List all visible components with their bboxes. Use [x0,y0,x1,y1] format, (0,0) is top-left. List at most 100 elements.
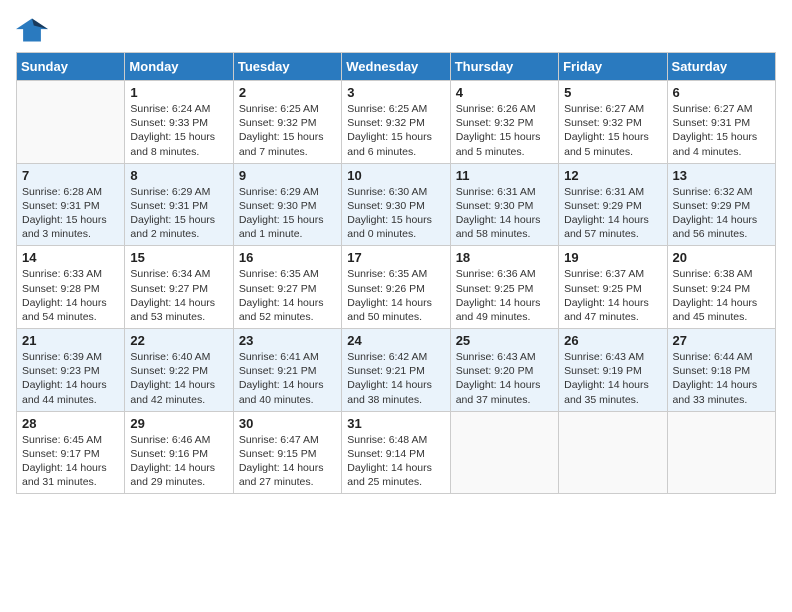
calendar-day-cell: 5 Sunrise: 6:27 AMSunset: 9:32 PMDaylight… [559,81,667,164]
day-info: Sunrise: 6:30 AMSunset: 9:30 PMDaylight:… [347,185,444,242]
calendar-header-row: SundayMondayTuesdayWednesdayThursdayFrid… [17,53,776,81]
calendar-day-cell: 19Sunrise: 6:37 AMSunset: 9:25 PMDayligh… [559,246,667,329]
calendar-day-cell: 31 Sunrise: 6:48 AMSunset: 9:14 PMDayligh… [342,411,450,494]
day-info: Sunrise: 6:25 AMSunset: 9:32 PMDaylight:… [239,102,336,159]
day-number: 20 [673,250,770,265]
calendar-week-row: 21 Sunrise: 6:39 AMSunset: 9:23 PMDayligh… [17,329,776,412]
day-info: Sunrise: 6:39 AMSunset: 9:23 PMDaylight:… [22,350,119,407]
day-info: Sunrise: 6:38 AMSunset: 9:24 PMDaylight:… [673,267,770,324]
day-number: 24 [347,333,444,348]
day-number: 6 [673,85,770,100]
calendar-day-cell: 12 Sunrise: 6:31 AMSunset: 9:29 PMDayligh… [559,163,667,246]
calendar-day-cell: 7 Sunrise: 6:28 AMSunset: 9:31 PMDaylight… [17,163,125,246]
calendar-day-cell [667,411,775,494]
calendar-day-cell: 29 Sunrise: 6:46 AMSunset: 9:16 PMDayligh… [125,411,233,494]
day-number: 17 [347,250,444,265]
day-number: 30 [239,416,336,431]
weekday-header: Tuesday [233,53,341,81]
day-info: Sunrise: 6:34 AMSunset: 9:27 PMDaylight:… [130,267,227,324]
day-number: 12 [564,168,661,183]
day-info: Sunrise: 6:43 AMSunset: 9:20 PMDaylight:… [456,350,553,407]
calendar-day-cell: 28Sunrise: 6:45 AMSunset: 9:17 PMDayligh… [17,411,125,494]
calendar-day-cell: 4 Sunrise: 6:26 AMSunset: 9:32 PMDaylight… [450,81,558,164]
calendar-day-cell: 10 Sunrise: 6:30 AMSunset: 9:30 PMDayligh… [342,163,450,246]
day-number: 14 [22,250,119,265]
day-info: Sunrise: 6:31 AMSunset: 9:30 PMDaylight:… [456,185,553,242]
day-number: 15 [130,250,227,265]
day-number: 10 [347,168,444,183]
calendar-day-cell: 16 Sunrise: 6:35 AMSunset: 9:27 PMDayligh… [233,246,341,329]
logo [16,16,52,44]
day-number: 21 [22,333,119,348]
day-number: 27 [673,333,770,348]
calendar-week-row: 28Sunrise: 6:45 AMSunset: 9:17 PMDayligh… [17,411,776,494]
calendar-day-cell: 14 Sunrise: 6:33 AMSunset: 9:28 PMDayligh… [17,246,125,329]
day-info: Sunrise: 6:27 AMSunset: 9:31 PMDaylight:… [673,102,770,159]
day-info: Sunrise: 6:47 AMSunset: 9:15 PMDaylight:… [239,433,336,490]
day-info: Sunrise: 6:42 AMSunset: 9:21 PMDaylight:… [347,350,444,407]
calendar-day-cell: 3 Sunrise: 6:25 AMSunset: 9:32 PMDaylight… [342,81,450,164]
day-info: Sunrise: 6:29 AMSunset: 9:31 PMDaylight:… [130,185,227,242]
day-number: 7 [22,168,119,183]
calendar-day-cell: 11 Sunrise: 6:31 AMSunset: 9:30 PMDayligh… [450,163,558,246]
calendar-day-cell [450,411,558,494]
day-number: 18 [456,250,553,265]
calendar-day-cell: 13Sunrise: 6:32 AMSunset: 9:29 PMDayligh… [667,163,775,246]
day-info: Sunrise: 6:31 AMSunset: 9:29 PMDaylight:… [564,185,661,242]
day-number: 8 [130,168,227,183]
day-info: Sunrise: 6:24 AMSunset: 9:33 PMDaylight:… [130,102,227,159]
day-info: Sunrise: 6:48 AMSunset: 9:14 PMDaylight:… [347,433,444,490]
day-number: 31 [347,416,444,431]
day-info: Sunrise: 6:35 AMSunset: 9:26 PMDaylight:… [347,267,444,324]
day-number: 4 [456,85,553,100]
calendar-day-cell: 1Sunrise: 6:24 AMSunset: 9:33 PMDaylight… [125,81,233,164]
day-number: 9 [239,168,336,183]
calendar-day-cell: 27 Sunrise: 6:44 AMSunset: 9:18 PMDayligh… [667,329,775,412]
calendar-day-cell: 9Sunrise: 6:29 AMSunset: 9:30 PMDaylight… [233,163,341,246]
calendar-day-cell: 17 Sunrise: 6:35 AMSunset: 9:26 PMDayligh… [342,246,450,329]
weekday-header: Saturday [667,53,775,81]
day-info: Sunrise: 6:32 AMSunset: 9:29 PMDaylight:… [673,185,770,242]
day-number: 28 [22,416,119,431]
calendar-day-cell: 2 Sunrise: 6:25 AMSunset: 9:32 PMDaylight… [233,81,341,164]
page-header [16,16,776,44]
calendar-table: SundayMondayTuesdayWednesdayThursdayFrid… [16,52,776,494]
day-info: Sunrise: 6:46 AMSunset: 9:16 PMDaylight:… [130,433,227,490]
day-info: Sunrise: 6:36 AMSunset: 9:25 PMDaylight:… [456,267,553,324]
day-info: Sunrise: 6:28 AMSunset: 9:31 PMDaylight:… [22,185,119,242]
calendar-day-cell: 23 Sunrise: 6:41 AMSunset: 9:21 PMDayligh… [233,329,341,412]
day-number: 19 [564,250,661,265]
day-number: 16 [239,250,336,265]
calendar-week-row: 1Sunrise: 6:24 AMSunset: 9:33 PMDaylight… [17,81,776,164]
day-number: 23 [239,333,336,348]
day-number: 29 [130,416,227,431]
day-info: Sunrise: 6:35 AMSunset: 9:27 PMDaylight:… [239,267,336,324]
day-number: 5 [564,85,661,100]
day-info: Sunrise: 6:26 AMSunset: 9:32 PMDaylight:… [456,102,553,159]
calendar-day-cell: 22 Sunrise: 6:40 AMSunset: 9:22 PMDayligh… [125,329,233,412]
day-info: Sunrise: 6:40 AMSunset: 9:22 PMDaylight:… [130,350,227,407]
day-info: Sunrise: 6:27 AMSunset: 9:32 PMDaylight:… [564,102,661,159]
day-number: 11 [456,168,553,183]
day-info: Sunrise: 6:41 AMSunset: 9:21 PMDaylight:… [239,350,336,407]
calendar-day-cell [17,81,125,164]
calendar-day-cell: 8 Sunrise: 6:29 AMSunset: 9:31 PMDaylight… [125,163,233,246]
calendar-day-cell: 30 Sunrise: 6:47 AMSunset: 9:15 PMDayligh… [233,411,341,494]
weekday-header: Friday [559,53,667,81]
day-info: Sunrise: 6:25 AMSunset: 9:32 PMDaylight:… [347,102,444,159]
day-number: 3 [347,85,444,100]
weekday-header: Thursday [450,53,558,81]
day-number: 25 [456,333,553,348]
calendar-day-cell: 15 Sunrise: 6:34 AMSunset: 9:27 PMDayligh… [125,246,233,329]
weekday-header: Sunday [17,53,125,81]
calendar-day-cell: 20 Sunrise: 6:38 AMSunset: 9:24 PMDayligh… [667,246,775,329]
calendar-week-row: 7 Sunrise: 6:28 AMSunset: 9:31 PMDaylight… [17,163,776,246]
day-info: Sunrise: 6:44 AMSunset: 9:18 PMDaylight:… [673,350,770,407]
day-number: 22 [130,333,227,348]
day-number: 2 [239,85,336,100]
calendar-day-cell: 25 Sunrise: 6:43 AMSunset: 9:20 PMDayligh… [450,329,558,412]
day-number: 26 [564,333,661,348]
day-info: Sunrise: 6:33 AMSunset: 9:28 PMDaylight:… [22,267,119,324]
weekday-header: Wednesday [342,53,450,81]
calendar-day-cell: 6 Sunrise: 6:27 AMSunset: 9:31 PMDaylight… [667,81,775,164]
